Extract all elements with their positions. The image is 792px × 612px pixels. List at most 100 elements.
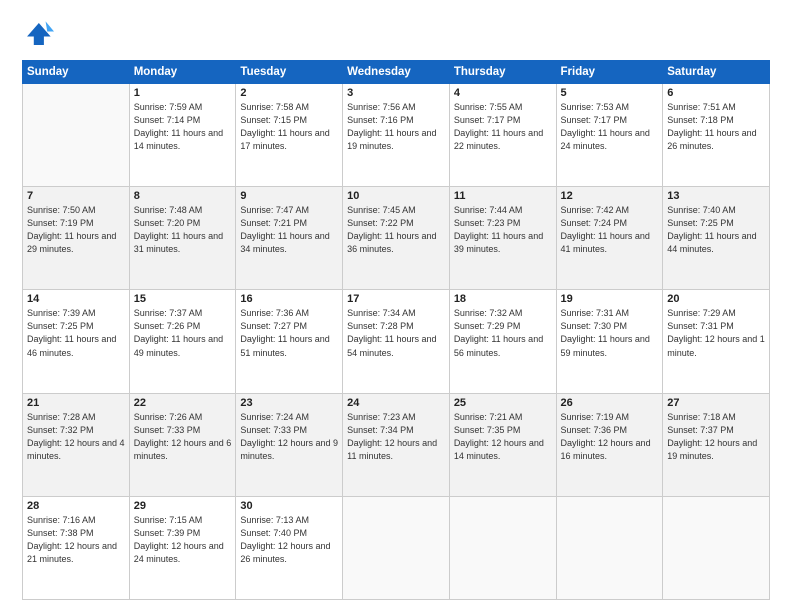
calendar-cell: 8 Sunrise: 7:48 AMSunset: 7:20 PMDaylight… [129, 187, 236, 290]
calendar-cell: 14 Sunrise: 7:39 AMSunset: 7:25 PMDayligh… [23, 290, 130, 393]
calendar-cell: 11Sunrise: 7:44 AMSunset: 7:23 PMDayligh… [449, 187, 556, 290]
day-info: Sunrise: 7:19 AMSunset: 7:36 PMDaylight:… [561, 411, 659, 463]
calendar-cell: 19 Sunrise: 7:31 AMSunset: 7:30 PMDayligh… [556, 290, 663, 393]
day-info: Sunrise: 7:50 AMSunset: 7:19 PMDaylight:… [27, 204, 125, 256]
day-number: 5 [561, 87, 659, 99]
logo [22, 18, 58, 50]
calendar-cell: 12 Sunrise: 7:42 AMSunset: 7:24 PMDayligh… [556, 187, 663, 290]
day-info: Sunrise: 7:59 AMSunset: 7:14 PMDaylight:… [134, 101, 232, 153]
day-number: 13 [667, 190, 765, 202]
calendar-cell: 4 Sunrise: 7:55 AMSunset: 7:17 PMDaylight… [449, 84, 556, 187]
day-info: Sunrise: 7:18 AMSunset: 7:37 PMDaylight:… [667, 411, 765, 463]
day-number: 12 [561, 190, 659, 202]
calendar-header-row: SundayMondayTuesdayWednesdayThursdayFrid… [23, 61, 770, 84]
page: SundayMondayTuesdayWednesdayThursdayFrid… [0, 0, 792, 612]
day-info: Sunrise: 7:26 AMSunset: 7:33 PMDaylight:… [134, 411, 232, 463]
day-info: Sunrise: 7:56 AMSunset: 7:16 PMDaylight:… [347, 101, 445, 153]
day-number: 30 [240, 500, 338, 512]
day-number: 2 [240, 87, 338, 99]
day-info: Sunrise: 7:31 AMSunset: 7:30 PMDaylight:… [561, 307, 659, 359]
calendar-week-row: 14 Sunrise: 7:39 AMSunset: 7:25 PMDayligh… [23, 290, 770, 393]
day-info: Sunrise: 7:53 AMSunset: 7:17 PMDaylight:… [561, 101, 659, 153]
header [22, 18, 770, 50]
calendar-cell: 21 Sunrise: 7:28 AMSunset: 7:32 PMDayligh… [23, 393, 130, 496]
calendar-cell: 27 Sunrise: 7:18 AMSunset: 7:37 PMDayligh… [663, 393, 770, 496]
calendar-cell: 1 Sunrise: 7:59 AMSunset: 7:14 PMDaylight… [129, 84, 236, 187]
day-info: Sunrise: 7:40 AMSunset: 7:25 PMDaylight:… [667, 204, 765, 256]
day-info: Sunrise: 7:51 AMSunset: 7:18 PMDaylight:… [667, 101, 765, 153]
day-number: 4 [454, 87, 552, 99]
calendar-cell [449, 496, 556, 599]
calendar-cell: 15Sunrise: 7:37 AMSunset: 7:26 PMDayligh… [129, 290, 236, 393]
calendar-cell: 10Sunrise: 7:45 AMSunset: 7:22 PMDayligh… [343, 187, 450, 290]
col-header-saturday: Saturday [663, 61, 770, 84]
calendar-cell: 24Sunrise: 7:23 AMSunset: 7:34 PMDayligh… [343, 393, 450, 496]
col-header-friday: Friday [556, 61, 663, 84]
day-info: Sunrise: 7:13 AMSunset: 7:40 PMDaylight:… [240, 514, 338, 566]
day-info: Sunrise: 7:55 AMSunset: 7:17 PMDaylight:… [454, 101, 552, 153]
day-number: 21 [27, 397, 125, 409]
calendar-cell [343, 496, 450, 599]
day-number: 8 [134, 190, 232, 202]
day-number: 3 [347, 87, 445, 99]
day-info: Sunrise: 7:37 AMSunset: 7:26 PMDaylight:… [134, 307, 232, 359]
calendar-cell: 22 Sunrise: 7:26 AMSunset: 7:33 PMDayligh… [129, 393, 236, 496]
calendar-cell [556, 496, 663, 599]
day-number: 7 [27, 190, 125, 202]
calendar-week-row: 1 Sunrise: 7:59 AMSunset: 7:14 PMDaylight… [23, 84, 770, 187]
day-number: 18 [454, 293, 552, 305]
calendar-cell: 7 Sunrise: 7:50 AMSunset: 7:19 PMDaylight… [23, 187, 130, 290]
calendar-cell [23, 84, 130, 187]
calendar-cell: 30 Sunrise: 7:13 AMSunset: 7:40 PMDayligh… [236, 496, 343, 599]
day-number: 27 [667, 397, 765, 409]
calendar-cell: 18 Sunrise: 7:32 AMSunset: 7:29 PMDayligh… [449, 290, 556, 393]
day-info: Sunrise: 7:36 AMSunset: 7:27 PMDaylight:… [240, 307, 338, 359]
calendar-cell: 6 Sunrise: 7:51 AMSunset: 7:18 PMDaylight… [663, 84, 770, 187]
day-info: Sunrise: 7:39 AMSunset: 7:25 PMDaylight:… [27, 307, 125, 359]
calendar-cell: 13 Sunrise: 7:40 AMSunset: 7:25 PMDayligh… [663, 187, 770, 290]
day-number: 23 [240, 397, 338, 409]
day-number: 14 [27, 293, 125, 305]
day-number: 17 [347, 293, 445, 305]
day-info: Sunrise: 7:28 AMSunset: 7:32 PMDaylight:… [27, 411, 125, 463]
day-number: 25 [454, 397, 552, 409]
calendar-cell: 28 Sunrise: 7:16 AMSunset: 7:38 PMDayligh… [23, 496, 130, 599]
calendar-cell: 23Sunrise: 7:24 AMSunset: 7:33 PMDayligh… [236, 393, 343, 496]
day-info: Sunrise: 7:23 AMSunset: 7:34 PMDaylight:… [347, 411, 445, 463]
day-number: 16 [240, 293, 338, 305]
calendar-cell: 16 Sunrise: 7:36 AMSunset: 7:27 PMDayligh… [236, 290, 343, 393]
day-info: Sunrise: 7:58 AMSunset: 7:15 PMDaylight:… [240, 101, 338, 153]
day-info: Sunrise: 7:32 AMSunset: 7:29 PMDaylight:… [454, 307, 552, 359]
col-header-monday: Monday [129, 61, 236, 84]
calendar-cell: 29 Sunrise: 7:15 AMSunset: 7:39 PMDayligh… [129, 496, 236, 599]
calendar-cell [663, 496, 770, 599]
day-info: Sunrise: 7:34 AMSunset: 7:28 PMDaylight:… [347, 307, 445, 359]
col-header-sunday: Sunday [23, 61, 130, 84]
day-info: Sunrise: 7:47 AMSunset: 7:21 PMDaylight:… [240, 204, 338, 256]
day-number: 6 [667, 87, 765, 99]
day-number: 11 [454, 190, 552, 202]
col-header-wednesday: Wednesday [343, 61, 450, 84]
day-number: 1 [134, 87, 232, 99]
calendar-cell: 5 Sunrise: 7:53 AMSunset: 7:17 PMDaylight… [556, 84, 663, 187]
day-number: 19 [561, 293, 659, 305]
calendar-cell: 25Sunrise: 7:21 AMSunset: 7:35 PMDayligh… [449, 393, 556, 496]
col-header-thursday: Thursday [449, 61, 556, 84]
day-number: 28 [27, 500, 125, 512]
day-number: 20 [667, 293, 765, 305]
day-info: Sunrise: 7:42 AMSunset: 7:24 PMDaylight:… [561, 204, 659, 256]
day-info: Sunrise: 7:48 AMSunset: 7:20 PMDaylight:… [134, 204, 232, 256]
calendar-cell: 17 Sunrise: 7:34 AMSunset: 7:28 PMDayligh… [343, 290, 450, 393]
logo-icon [22, 18, 54, 50]
day-number: 29 [134, 500, 232, 512]
day-info: Sunrise: 7:45 AMSunset: 7:22 PMDaylight:… [347, 204, 445, 256]
day-number: 9 [240, 190, 338, 202]
day-info: Sunrise: 7:15 AMSunset: 7:39 PMDaylight:… [134, 514, 232, 566]
day-info: Sunrise: 7:16 AMSunset: 7:38 PMDaylight:… [27, 514, 125, 566]
calendar-cell: 3 Sunrise: 7:56 AMSunset: 7:16 PMDaylight… [343, 84, 450, 187]
calendar-week-row: 28 Sunrise: 7:16 AMSunset: 7:38 PMDayligh… [23, 496, 770, 599]
day-number: 26 [561, 397, 659, 409]
calendar-cell: 26 Sunrise: 7:19 AMSunset: 7:36 PMDayligh… [556, 393, 663, 496]
day-number: 22 [134, 397, 232, 409]
calendar-cell: 20Sunrise: 7:29 AMSunset: 7:31 PMDayligh… [663, 290, 770, 393]
